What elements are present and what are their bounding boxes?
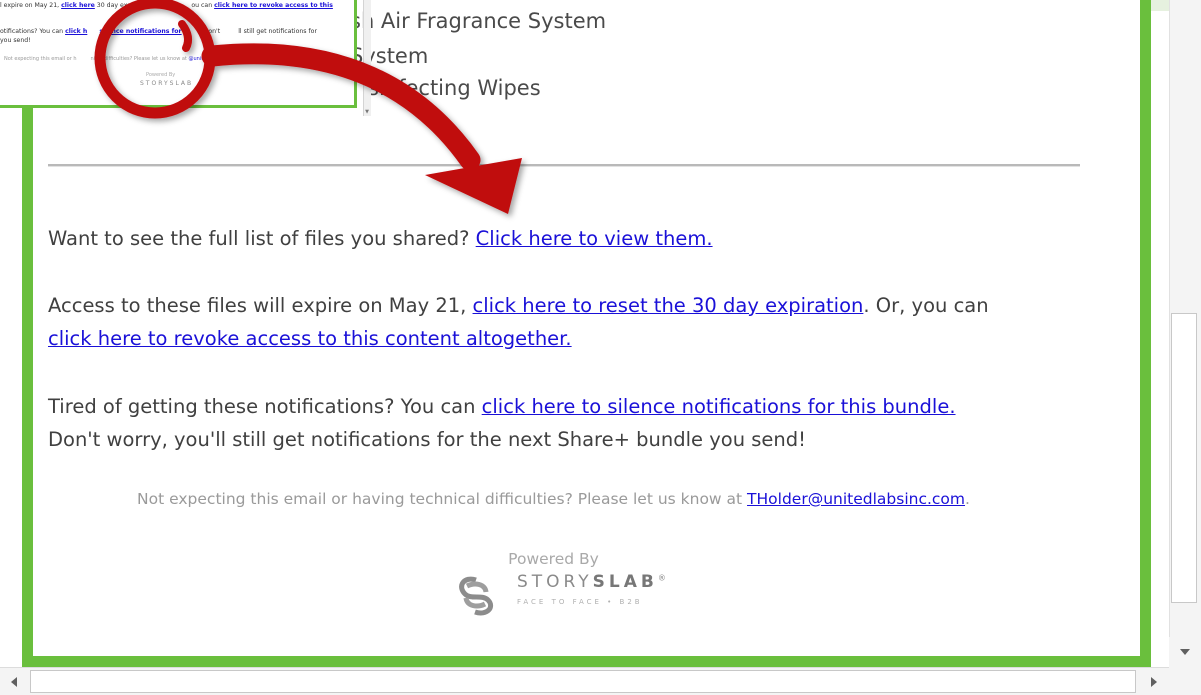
preview-line-1a: l expire on May 21, bbox=[0, 2, 62, 9]
preview-line-2b: Don't bbox=[201, 28, 221, 35]
full-list-paragraph: Want to see the full list of files you s… bbox=[48, 222, 713, 255]
scroll-left-arrow-icon[interactable] bbox=[0, 668, 30, 695]
preview-footer-note: Not expecting this email or h nical diffi… bbox=[4, 56, 239, 62]
scroll-right-arrow-icon[interactable] bbox=[1139, 668, 1169, 695]
preview-line-1c: ou can bbox=[191, 2, 215, 9]
revoke-access-link[interactable]: click here to revoke access to this cont… bbox=[48, 327, 572, 350]
preview-revoke-link: click here to revoke access to this bbox=[214, 2, 333, 9]
storyslab-logo-icon bbox=[459, 576, 494, 616]
footer-note: Not expecting this email or having techn… bbox=[0, 490, 1107, 508]
notifications-paragraph: Tired of getting these notifications? Yo… bbox=[48, 390, 956, 456]
horizontal-scroll-thumb[interactable] bbox=[30, 670, 1136, 693]
silence-notifications-link[interactable]: click here to silence notifications for … bbox=[482, 395, 956, 418]
preview-note-a: Not expecting this email or h bbox=[4, 56, 77, 62]
support-email-link[interactable]: THolder@unitedlabsinc.com bbox=[747, 490, 965, 508]
email-preview-thumbnail: l expire on May 21, click here 30 day ex… bbox=[0, 0, 357, 108]
preview-powered-by: Powered By bbox=[146, 72, 176, 78]
full-list-text: Want to see the full list of files you s… bbox=[48, 227, 476, 250]
logo-word-light: STORY bbox=[517, 572, 593, 592]
preview-line-1b: 30 day expira bbox=[94, 2, 140, 9]
storyslab-tagline: FACE TO FACE • B2B bbox=[517, 598, 643, 606]
footer-note-text: Not expecting this email or having techn… bbox=[137, 490, 748, 508]
preview-line-2a: otifications? You can bbox=[0, 28, 66, 35]
logo-word-bold: SLAB bbox=[592, 572, 658, 592]
storyslab-wordmark: STORYSLAB® bbox=[517, 572, 666, 592]
preview-line-1: l expire on May 21, click here 30 day ex… bbox=[0, 1, 333, 10]
preview-logo: STORYSLAB bbox=[140, 80, 194, 87]
vertical-scroll-thumb[interactable] bbox=[1171, 313, 1197, 603]
scrollbar-corner bbox=[1169, 667, 1201, 695]
access-paragraph: Access to these files will expire on May… bbox=[48, 289, 989, 355]
preview-scroll-down-icon: ▼ bbox=[365, 109, 369, 115]
scroll-down-arrow-icon[interactable] bbox=[1169, 637, 1201, 667]
footer-period: . bbox=[965, 490, 970, 508]
access-text-middle: . Or, you can bbox=[863, 294, 989, 317]
logo-reg-mark: ® bbox=[657, 573, 666, 583]
preview-email-link: @unitedlabsinc.com bbox=[188, 56, 240, 62]
preview-line-2: otifications? You can click h silence not… bbox=[0, 27, 317, 36]
preview-note-b: nical difficulties? Please let us know a… bbox=[90, 56, 189, 62]
preview-silence-link-a: click h bbox=[65, 28, 88, 35]
powered-by-label: Powered By bbox=[508, 550, 599, 568]
view-files-link[interactable]: Click here to view them. bbox=[476, 227, 713, 250]
preview-silence-link-b: silence notifications for bbox=[99, 28, 182, 35]
reset-expiration-link[interactable]: click here to reset the 30 day expiratio… bbox=[473, 294, 864, 317]
product-line-3: sinfecting Wipes bbox=[368, 76, 541, 100]
access-text: Access to these files will expire on May… bbox=[48, 294, 473, 317]
section-divider bbox=[48, 164, 1080, 167]
storyslab-logo: STORYSLAB® FACE TO FACE • B2B bbox=[449, 570, 669, 618]
preview-scrollbar bbox=[363, 0, 371, 116]
product-line-1: sh Air Fragrance System bbox=[350, 9, 607, 33]
preview-reset-link: click here bbox=[61, 2, 95, 9]
notifications-line2: Don't worry, you'll still get notificati… bbox=[48, 428, 806, 451]
notifications-text: Tired of getting these notifications? Yo… bbox=[48, 395, 482, 418]
preview-line-2c: ll still get notifications for bbox=[238, 28, 317, 35]
product-line-2: System bbox=[350, 44, 429, 68]
preview-line-3: you send! bbox=[0, 37, 31, 44]
